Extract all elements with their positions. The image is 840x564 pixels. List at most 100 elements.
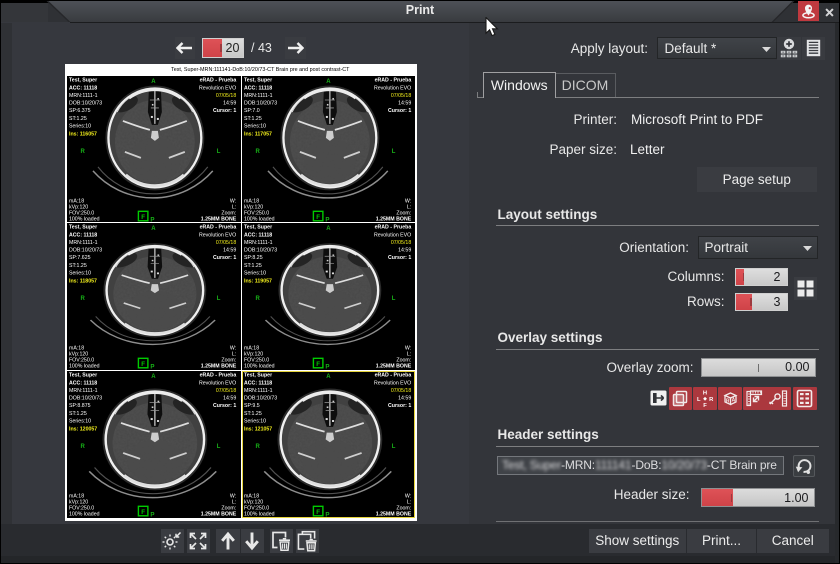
svg-text:1.25MM BONE: 1.25MM BONE — [375, 364, 411, 370]
svg-text:14:59: 14:59 — [223, 396, 236, 402]
svg-text:Series:10: Series:10 — [243, 123, 265, 129]
svg-text:ACC: 11118: ACC: 11118 — [243, 85, 271, 91]
svg-text:DOB:10/20/73: DOB:10/20/73 — [69, 100, 102, 106]
svg-text:SP:6.375: SP:6.375 — [69, 108, 91, 114]
svg-text:ACC: 11118: ACC: 11118 — [69, 85, 97, 91]
svg-text:eRAD - Prueba: eRAD - Prueba — [374, 225, 411, 231]
svg-text:P: P — [150, 364, 154, 370]
svg-text:100% loaded: 100% loaded — [243, 216, 274, 222]
svg-text:P: P — [150, 216, 154, 222]
svg-text:DOB:10/20/73: DOB:10/20/73 — [69, 248, 102, 254]
svg-text:1.25MM BONE: 1.25MM BONE — [201, 364, 237, 370]
svg-text:ACC: 11118: ACC: 11118 — [243, 380, 271, 386]
svg-text:100% loaded: 100% loaded — [69, 511, 100, 517]
svg-text:ST:1.25: ST:1.25 — [69, 115, 87, 121]
svg-text:A: A — [151, 226, 156, 232]
svg-text:ST:1.25: ST:1.25 — [69, 411, 87, 417]
svg-text:Series:10: Series:10 — [69, 419, 91, 425]
svg-text:eRAD - Prueba: eRAD - Prueba — [374, 373, 411, 379]
svg-text:A: A — [326, 374, 331, 380]
svg-text:1.25MM BONE: 1.25MM BONE — [201, 511, 237, 517]
svg-text:eRAD - Prueba: eRAD - Prueba — [199, 373, 236, 379]
svg-text:A: A — [326, 78, 331, 84]
svg-text:Cursor: 1: Cursor: 1 — [387, 108, 410, 114]
svg-text:F: F — [141, 361, 145, 368]
svg-text:Test, Super: Test, Super — [243, 373, 271, 379]
svg-text:Revolution EVO: Revolution EVO — [374, 380, 411, 386]
svg-text:ACC: 11118: ACC: 11118 — [69, 380, 97, 386]
svg-text:A: A — [326, 226, 331, 232]
svg-text:MRN:1111-1: MRN:1111-1 — [69, 92, 98, 98]
svg-text:100% loaded: 100% loaded — [69, 216, 100, 222]
svg-text:1.25MM BONE: 1.25MM BONE — [201, 216, 237, 222]
svg-text:A: A — [151, 78, 156, 84]
svg-text:Test, Super: Test, Super — [69, 225, 97, 231]
svg-text:SP:9.5: SP:9.5 — [243, 403, 259, 409]
svg-text:Cursor: 1: Cursor: 1 — [387, 403, 410, 409]
svg-text:Revolution EVO: Revolution EVO — [374, 233, 411, 239]
svg-text:DOB:10/20/73: DOB:10/20/73 — [243, 100, 276, 106]
svg-text:R: R — [709, 397, 714, 403]
svg-text:14:59: 14:59 — [398, 100, 411, 106]
svg-text:MRN:1111-1: MRN:1111-1 — [243, 92, 272, 98]
svg-text:F: F — [141, 509, 145, 516]
svg-text:Cursor: 1: Cursor: 1 — [213, 403, 236, 409]
svg-text:L: L — [391, 148, 395, 154]
svg-text:Ins: 117057: Ins: 117057 — [243, 131, 271, 137]
svg-text:ACC: 11118: ACC: 11118 — [243, 233, 271, 239]
svg-text:L: L — [391, 444, 395, 450]
svg-text:F: F — [316, 214, 320, 221]
svg-text:1.25MM BONE: 1.25MM BONE — [375, 216, 411, 222]
svg-text:R: R — [255, 148, 260, 154]
svg-text:Series:10: Series:10 — [69, 271, 91, 277]
svg-text:F: F — [316, 509, 320, 516]
svg-text:Ins: 121057: Ins: 121057 — [243, 426, 271, 432]
svg-text:A: A — [731, 397, 735, 403]
svg-text:07/05/18: 07/05/18 — [216, 240, 236, 246]
svg-text:eRAD - Prueba: eRAD - Prueba — [199, 77, 236, 83]
svg-text:ST:1.25: ST:1.25 — [243, 263, 261, 269]
svg-text:SP:7.0: SP:7.0 — [243, 108, 259, 114]
svg-text:Ins: 120057: Ins: 120057 — [69, 426, 97, 432]
svg-text:L: L — [391, 296, 395, 302]
svg-text:P: P — [150, 511, 154, 517]
svg-text:Revolution EVO: Revolution EVO — [199, 233, 236, 239]
svg-text:1.25MM BONE: 1.25MM BONE — [375, 511, 411, 517]
svg-text:Series:10: Series:10 — [243, 419, 265, 425]
svg-text:Revolution EVO: Revolution EVO — [374, 85, 411, 91]
svg-text:ACC: 11118: ACC: 11118 — [69, 233, 97, 239]
svg-text:eRAD - Prueba: eRAD - Prueba — [374, 77, 411, 83]
svg-text:14:59: 14:59 — [223, 100, 236, 106]
svg-text:Series:10: Series:10 — [243, 271, 265, 277]
svg-text:ST:1.25: ST:1.25 — [69, 263, 87, 269]
svg-text:14:59: 14:59 — [398, 396, 411, 402]
svg-text:100% loaded: 100% loaded — [243, 511, 274, 517]
svg-text:L: L — [217, 444, 221, 450]
svg-text:MRN:1111-1: MRN:1111-1 — [243, 240, 272, 246]
svg-text:R: R — [80, 444, 85, 450]
svg-text:Test, Super: Test, Super — [243, 225, 271, 231]
svg-text:P: P — [325, 364, 329, 370]
svg-text:Series:10: Series:10 — [69, 123, 91, 129]
svg-text:R: R — [80, 148, 85, 154]
svg-text:R: R — [255, 444, 260, 450]
svg-text:Ins: 118057: Ins: 118057 — [69, 279, 97, 285]
svg-text:MRN:1111-1: MRN:1111-1 — [243, 388, 272, 394]
svg-text:Ins: 116057: Ins: 116057 — [69, 131, 97, 137]
svg-text:Test, Super: Test, Super — [243, 77, 271, 83]
svg-text:P: P — [325, 216, 329, 222]
svg-text:SP:8.25: SP:8.25 — [243, 256, 262, 262]
svg-text:eRAD - Prueba: eRAD - Prueba — [199, 225, 236, 231]
svg-text:Ins: 119057: Ins: 119057 — [243, 279, 271, 285]
svg-text:Test, Super: Test, Super — [69, 373, 97, 379]
svg-text:07/05/18: 07/05/18 — [390, 240, 410, 246]
svg-text:Cursor: 1: Cursor: 1 — [213, 108, 236, 114]
svg-text:F: F — [316, 361, 320, 368]
svg-text:07/05/18: 07/05/18 — [390, 92, 410, 98]
svg-text:R: R — [80, 296, 85, 302]
svg-text:H: H — [703, 391, 707, 397]
svg-text:DOB:10/20/73: DOB:10/20/73 — [69, 396, 102, 402]
svg-text:Test, Super: Test, Super — [69, 77, 97, 83]
svg-text:07/05/18: 07/05/18 — [216, 388, 236, 394]
svg-text:DOB:10/20/73: DOB:10/20/73 — [243, 248, 276, 254]
